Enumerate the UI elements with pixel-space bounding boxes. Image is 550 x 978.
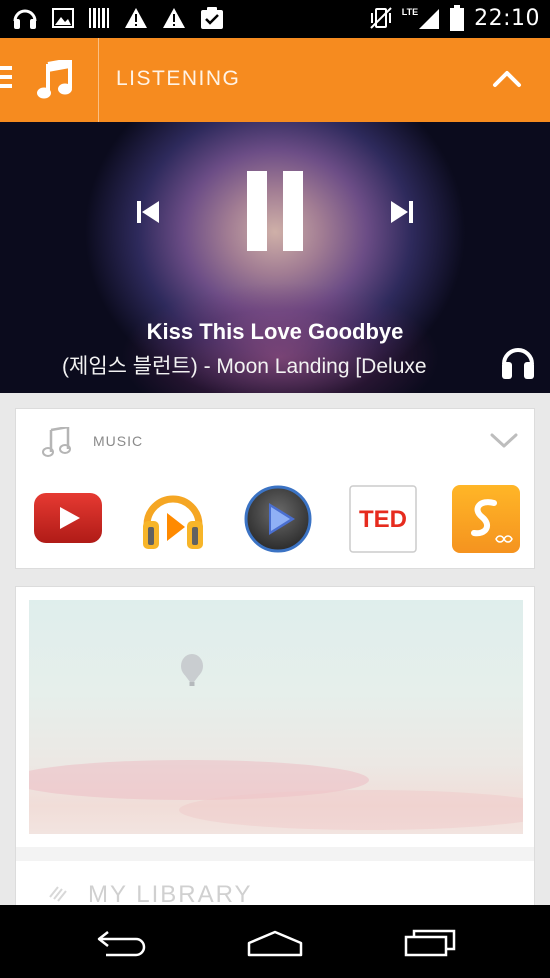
screen: LTE 22:10 LISTENING Kiss This Love Goodb…	[0, 0, 550, 978]
status-bar: LTE 22:10	[0, 0, 550, 38]
card-divider	[16, 847, 534, 861]
hot-air-balloon-icon	[179, 654, 205, 693]
music-apps-card: MUSIC TED	[15, 408, 535, 569]
next-icon[interactable]	[390, 201, 414, 228]
clock: 22:10	[474, 5, 540, 31]
signal-icon	[418, 6, 440, 30]
music-note-icon	[42, 425, 72, 462]
library-card: MY LIBRARY	[15, 586, 535, 916]
home-icon[interactable]	[246, 929, 304, 962]
chevron-up-icon[interactable]	[492, 68, 522, 93]
page-title: LISTENING	[116, 67, 241, 90]
chevron-down-icon[interactable]	[490, 433, 518, 454]
previous-icon[interactable]	[136, 201, 160, 228]
track-subtitle: (제임스 블런트) - Moon Landing [Deluxe	[62, 355, 427, 378]
battery-icon	[450, 5, 465, 31]
cloud	[179, 790, 523, 830]
barcode-icon	[88, 7, 110, 29]
music-note-icon[interactable]	[36, 57, 74, 105]
soundhound-icon[interactable]	[450, 483, 522, 555]
network-type: LTE	[401, 7, 419, 17]
back-icon[interactable]	[96, 927, 148, 962]
app-shortcuts: TED	[16, 483, 536, 555]
pause-icon[interactable]	[247, 171, 303, 256]
media-player-icon[interactable]	[242, 483, 314, 555]
warning-icon	[124, 7, 148, 29]
ted-icon[interactable]: TED	[347, 483, 419, 555]
card-label: MUSIC	[93, 433, 144, 449]
header-divider	[98, 38, 99, 122]
headphones-icon[interactable]	[500, 340, 536, 385]
balloon-sky-image[interactable]	[29, 600, 523, 834]
headphones-icon	[12, 6, 38, 30]
now-playing-player: Kiss This Love Goodbye (제임스 블런트) - Moon …	[0, 122, 550, 393]
warning-icon	[162, 7, 186, 29]
vibrate-icon	[370, 6, 392, 30]
clipboard-check-icon	[200, 6, 224, 30]
app-bar: LISTENING	[0, 38, 550, 122]
image-icon	[52, 8, 74, 28]
youtube-icon[interactable]	[32, 483, 104, 555]
recents-icon[interactable]	[404, 927, 458, 962]
play-music-icon[interactable]	[137, 483, 209, 555]
system-nav-bar	[0, 905, 550, 978]
ted-logo-text: TED	[359, 506, 407, 533]
menu-icon[interactable]	[0, 66, 12, 92]
track-title: Kiss This Love Goodbye	[146, 319, 404, 344]
